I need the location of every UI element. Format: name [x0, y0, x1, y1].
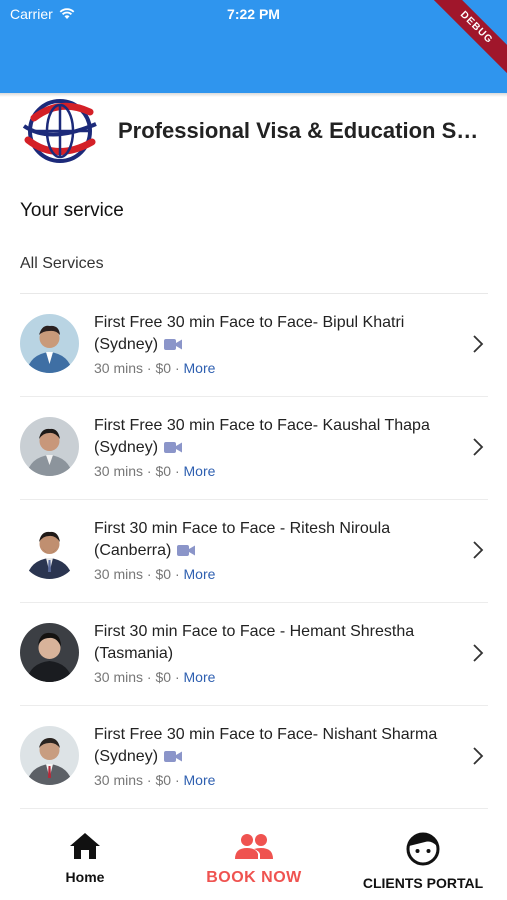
meta-separator: ·: [174, 463, 180, 479]
service-title-text: First 30 min Face to Face - Hemant Shres…: [94, 623, 415, 662]
service-duration: 30 mins: [94, 463, 144, 479]
meta-separator: ·: [174, 566, 180, 582]
avatar: [20, 417, 79, 476]
brand-name: Professional Visa & Education Services: [118, 118, 483, 143]
service-title: First Free 30 min Face to Face- Kaushal …: [94, 415, 454, 459]
service-title-text: First Free 30 min Face to Face- Nishant …: [94, 726, 438, 765]
chevron-right-icon[interactable]: [472, 540, 484, 560]
bottom-navigation: Home BOOK NOW CLIENTS PORTAL: [0, 820, 507, 900]
service-duration: 30 mins: [94, 566, 144, 582]
service-meta: 30 mins · $0 · More: [94, 463, 215, 479]
all-services-label: All Services: [20, 255, 104, 272]
service-meta: 30 mins · $0 · More: [94, 772, 215, 788]
service-price: $0: [155, 669, 172, 685]
meta-separator: ·: [174, 772, 180, 788]
service-duration: 30 mins: [94, 360, 144, 376]
status-time: 7:22 PM: [227, 6, 280, 22]
section-title: Your service: [20, 200, 124, 221]
people-icon: [235, 834, 273, 859]
video-icon: [164, 751, 183, 762]
service-duration: 30 mins: [94, 772, 144, 788]
service-title: First 30 min Face to Face - Ritesh Nirou…: [94, 518, 454, 562]
meta-separator: ·: [146, 669, 152, 685]
service-list: First Free 30 min Face to Face- Bipul Kh…: [0, 294, 507, 809]
globe-logo-icon: [22, 99, 97, 163]
service-title-text: First Free 30 min Face to Face- Bipul Kh…: [94, 314, 405, 353]
more-link[interactable]: More: [184, 566, 216, 582]
meta-separator: ·: [146, 463, 152, 479]
chevron-right-icon[interactable]: [472, 746, 484, 766]
home-icon: [70, 833, 100, 859]
video-icon: [164, 339, 183, 350]
service-meta: 30 mins · $0 · More: [94, 669, 215, 685]
service-title: First Free 30 min Face to Face- Bipul Kh…: [94, 312, 454, 356]
app-bar: Carrier 7:22 PM DEBUG: [0, 0, 507, 93]
service-row[interactable]: First Free 30 min Face to Face- Bipul Kh…: [20, 294, 488, 397]
nav-clients-portal[interactable]: CLIENTS PORTAL: [358, 832, 488, 891]
nav-home[interactable]: Home: [58, 832, 112, 885]
meta-separator: ·: [174, 360, 180, 376]
service-price: $0: [155, 772, 172, 788]
avatar: [20, 520, 79, 579]
chevron-right-icon[interactable]: [472, 334, 484, 354]
meta-separator: ·: [146, 772, 152, 788]
more-link[interactable]: More: [184, 669, 216, 685]
video-icon: [164, 442, 183, 453]
nav-book-now[interactable]: BOOK NOW: [198, 832, 310, 887]
service-row[interactable]: First Free 30 min Face to Face- Kaushal …: [20, 397, 488, 500]
meta-separator: ·: [146, 566, 152, 582]
service-title: First 30 min Face to Face - Hemant Shres…: [94, 621, 454, 665]
more-link[interactable]: More: [184, 360, 216, 376]
face-icon: [406, 832, 440, 866]
brand-header: Professional Visa & Education Services: [20, 96, 490, 166]
more-link[interactable]: More: [184, 772, 216, 788]
meta-separator: ·: [174, 669, 180, 685]
avatar: [20, 623, 79, 682]
service-title-text: First 30 min Face to Face - Ritesh Nirou…: [94, 520, 391, 559]
service-duration: 30 mins: [94, 669, 144, 685]
service-meta: 30 mins · $0 · More: [94, 566, 215, 582]
nav-home-label: Home: [65, 869, 105, 885]
video-icon: [177, 545, 196, 556]
service-title-text: First Free 30 min Face to Face- Kaushal …: [94, 417, 430, 456]
service-row[interactable]: First 30 min Face to Face - Hemant Shres…: [20, 603, 488, 706]
service-title: First Free 30 min Face to Face- Nishant …: [94, 724, 454, 768]
service-row[interactable]: First 30 min Face to Face - Ritesh Nirou…: [20, 500, 488, 603]
service-row[interactable]: First Free 30 min Face to Face- Nishant …: [20, 706, 488, 809]
more-link[interactable]: More: [184, 463, 216, 479]
service-price: $0: [155, 463, 172, 479]
service-price: $0: [155, 566, 172, 582]
service-meta: 30 mins · $0 · More: [94, 360, 215, 376]
nav-book-label: BOOK NOW: [206, 869, 302, 886]
service-price: $0: [155, 360, 172, 376]
nav-portal-label: CLIENTS PORTAL: [362, 875, 484, 891]
chevron-right-icon[interactable]: [472, 437, 484, 457]
chevron-right-icon[interactable]: [472, 643, 484, 663]
meta-separator: ·: [146, 360, 152, 376]
avatar: [20, 726, 79, 785]
avatar: [20, 314, 79, 373]
